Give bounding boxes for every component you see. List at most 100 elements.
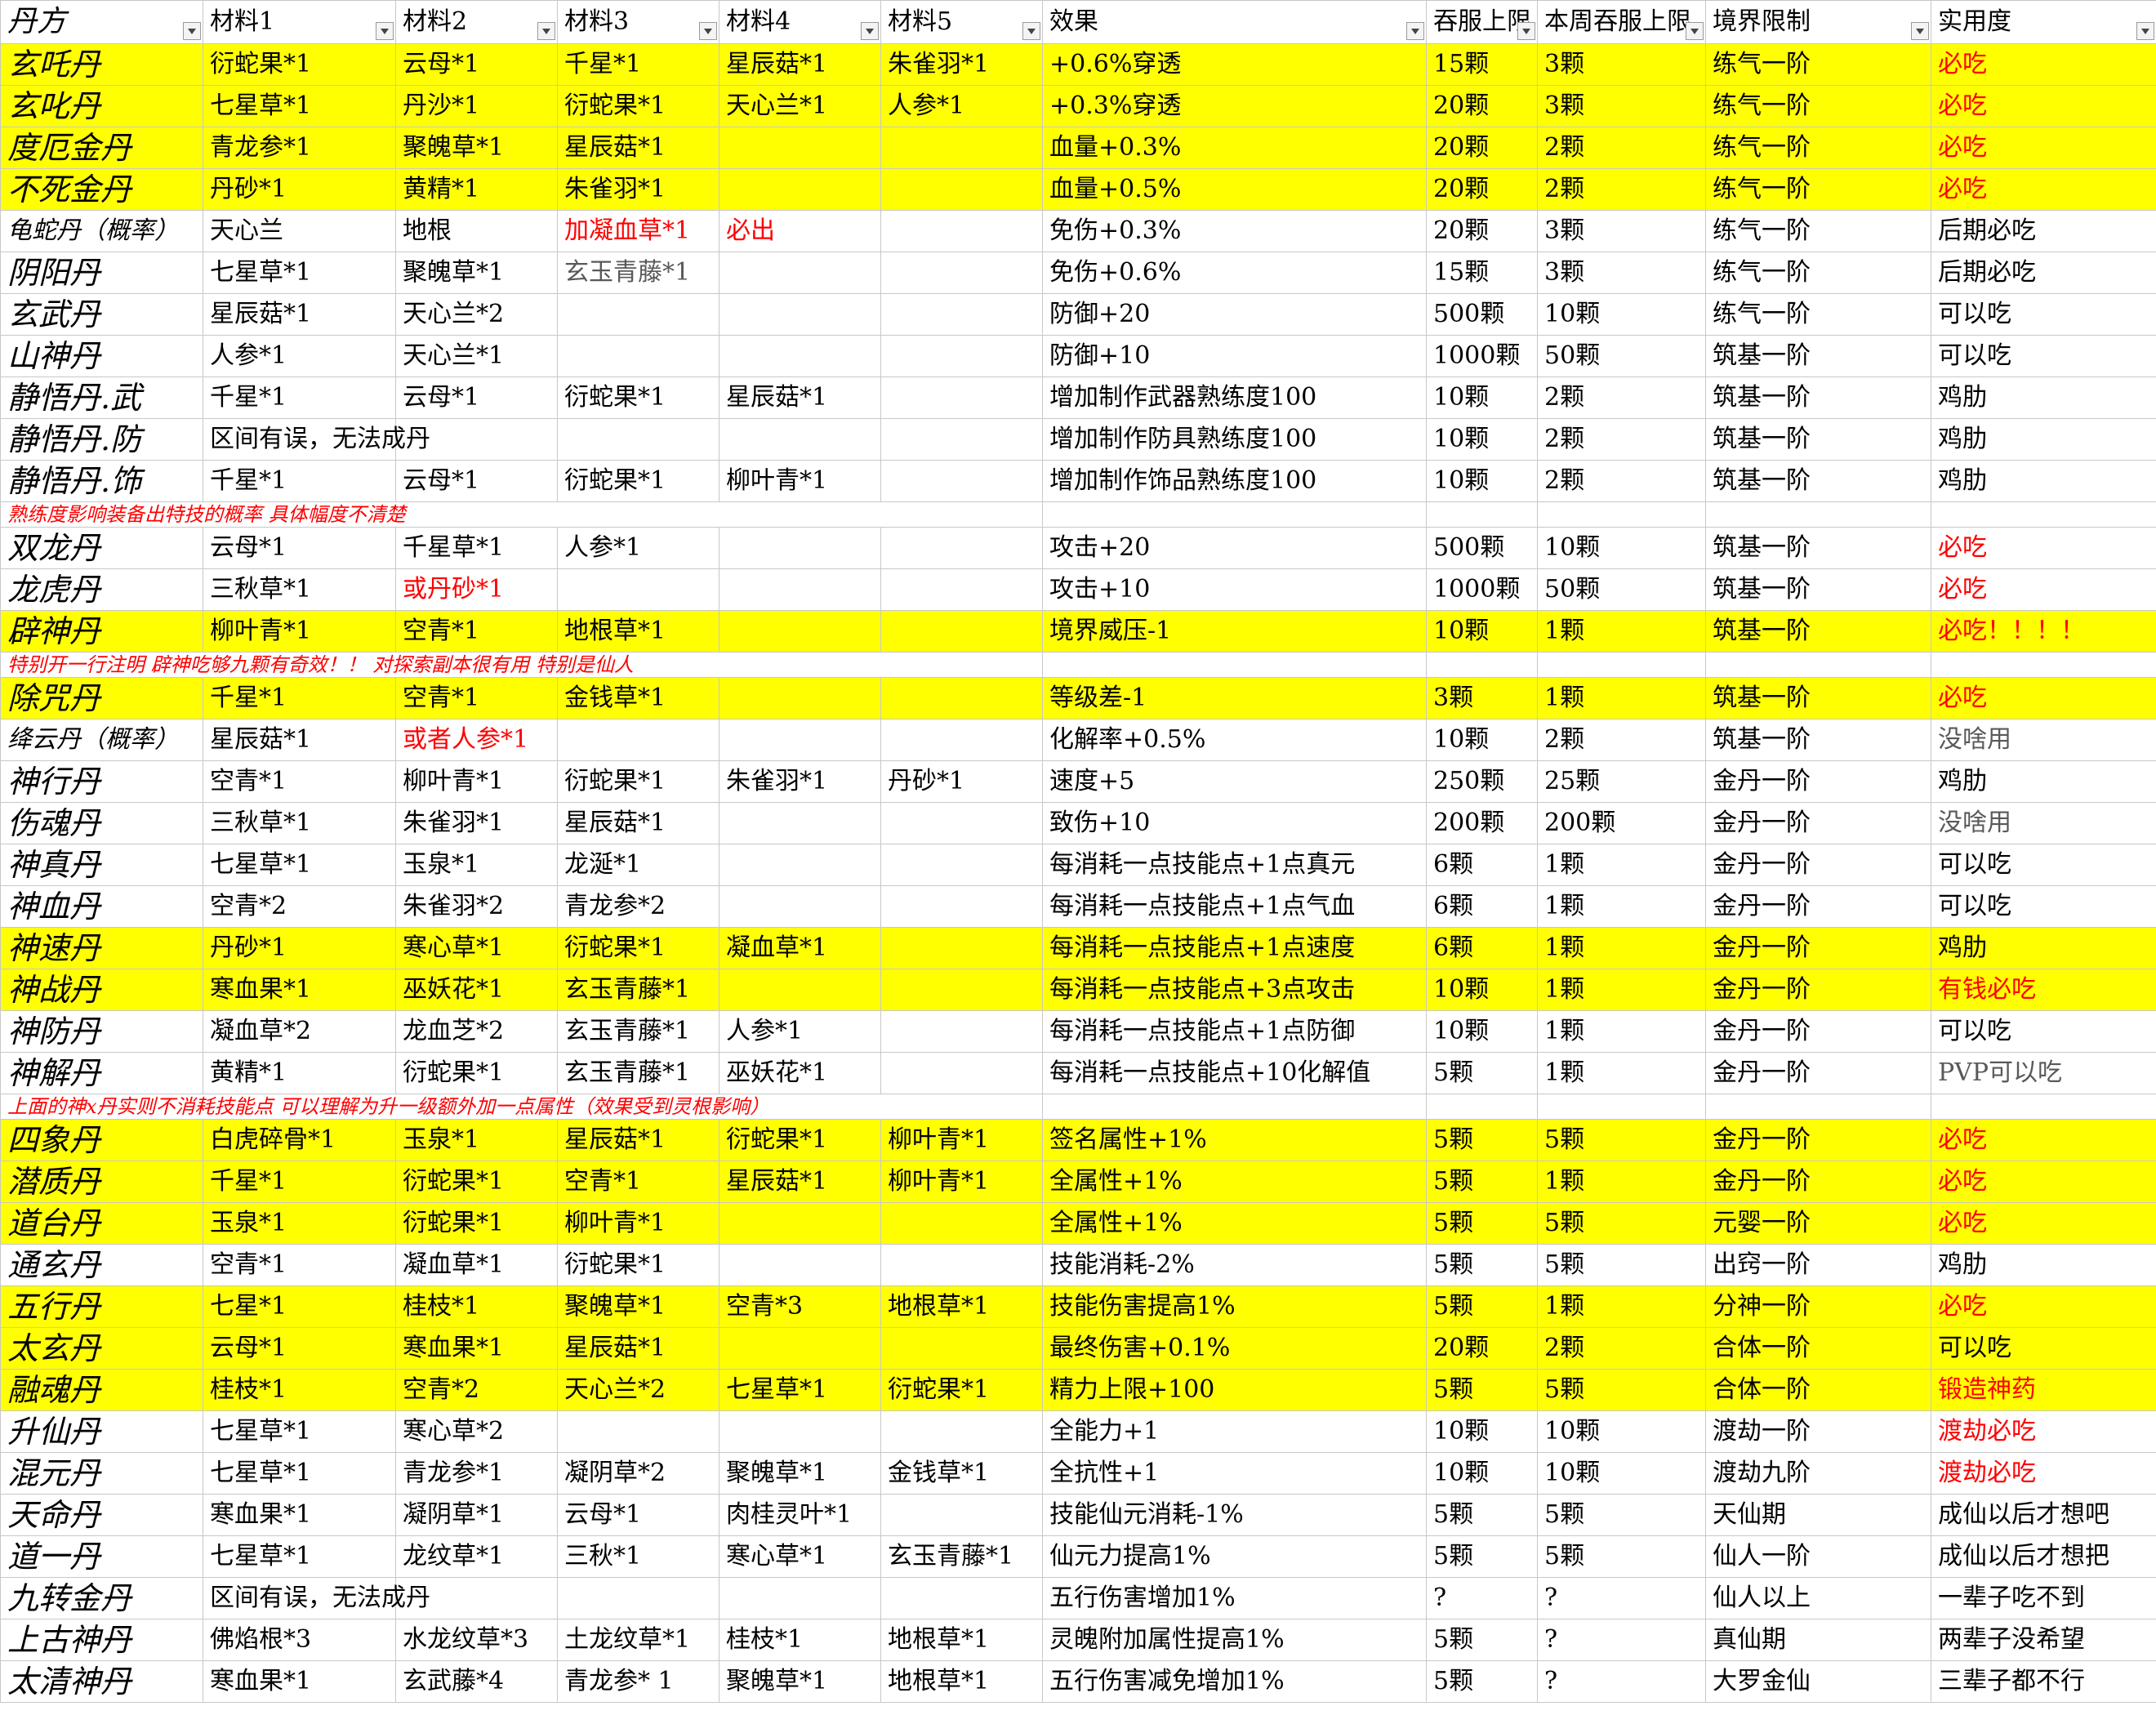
pill-name-cell[interactable]: 除咒丹 <box>0 677 203 719</box>
table-cell[interactable]: 金丹一阶 <box>1705 969 1931 1011</box>
table-cell[interactable]: 衍蛇果*1 <box>395 1052 558 1094</box>
table-cell[interactable] <box>719 677 881 719</box>
table-cell[interactable]: 柳叶青*1 <box>557 1202 719 1245</box>
table-cell[interactable]: 星辰菇*1 <box>719 1161 881 1203</box>
table-cell[interactable]: 2颗 <box>1537 719 1706 761</box>
filter-dropdown-icon[interactable] <box>376 22 394 40</box>
table-cell[interactable]: 人参*1 <box>557 527 719 569</box>
table-cell[interactable] <box>719 844 881 886</box>
table-cell[interactable]: 龙涎*1 <box>557 844 719 886</box>
table-cell[interactable]: 玄玉青藤*1 <box>557 1052 719 1094</box>
table-cell[interactable]: 2颗 <box>1537 460 1706 502</box>
table-cell[interactable]: 星辰菇*1 <box>557 1327 719 1370</box>
table-cell[interactable]: 可以吃 <box>1931 885 2156 928</box>
table-cell[interactable]: 5颗 <box>1537 1202 1706 1245</box>
table-cell[interactable]: 云母*1 <box>395 376 558 419</box>
table-cell[interactable]: 25颗 <box>1537 760 1706 803</box>
table-cell[interactable]: ? <box>1426 1577 1538 1619</box>
table-cell[interactable]: 两辈子没希望 <box>1931 1619 2156 1661</box>
table-cell[interactable] <box>719 252 881 294</box>
table-cell[interactable]: 星辰菇*1 <box>557 802 719 844</box>
table-cell[interactable]: 3颗 <box>1537 252 1706 294</box>
pill-name-cell[interactable]: 伤魂丹 <box>0 802 203 844</box>
pill-name-cell[interactable]: 神真丹 <box>0 844 203 886</box>
column-header[interactable]: 境界限制 <box>1705 0 1931 44</box>
column-header[interactable]: 材料1 <box>203 0 396 44</box>
table-cell[interactable]: 6颗 <box>1426 844 1538 886</box>
table-cell[interactable]: 5颗 <box>1426 1619 1538 1661</box>
table-cell[interactable]: 15颗 <box>1426 252 1538 294</box>
table-cell[interactable]: 签名属性+1% <box>1042 1119 1427 1161</box>
pill-name-cell[interactable]: 玄吒丹 <box>0 43 203 86</box>
pill-name-cell[interactable]: 神解丹 <box>0 1052 203 1094</box>
table-cell[interactable]: 出窍一阶 <box>1705 1244 1931 1286</box>
table-cell[interactable] <box>557 1577 719 1619</box>
table-cell[interactable] <box>719 719 881 761</box>
table-cell[interactable]: 三辈子都不行 <box>1931 1660 2156 1703</box>
table-cell[interactable]: 天心兰*1 <box>719 85 881 127</box>
table-cell[interactable]: 防御+20 <box>1042 293 1427 336</box>
pill-name-cell[interactable]: 阴阳丹 <box>0 252 203 294</box>
table-cell[interactable]: 练气一阶 <box>1705 210 1931 252</box>
table-cell[interactable]: 1颗 <box>1537 844 1706 886</box>
table-cell[interactable]: 5颗 <box>1537 1244 1706 1286</box>
table-cell[interactable]: 5颗 <box>1426 1535 1538 1578</box>
table-cell[interactable]: 5颗 <box>1537 1369 1706 1411</box>
pill-name-cell[interactable]: 山神丹 <box>0 335 203 377</box>
table-cell[interactable]: 技能消耗-2% <box>1042 1244 1427 1286</box>
table-cell[interactable]: 星辰菇*1 <box>557 127 719 169</box>
table-cell[interactable]: 区间有误，无法成丹 <box>203 418 430 461</box>
table-cell[interactable]: 空青*1 <box>203 760 396 803</box>
table-cell[interactable]: 青龙参*1 <box>395 1452 558 1495</box>
table-cell[interactable]: 必吃 <box>1931 677 2156 719</box>
table-cell[interactable]: 渡劫一阶 <box>1705 1410 1931 1453</box>
table-cell[interactable]: 每消耗一点技能点+3点攻击 <box>1042 969 1427 1011</box>
pill-name-cell[interactable]: 龟蛇丹（概率） <box>0 210 203 252</box>
table-cell[interactable] <box>719 568 881 611</box>
table-cell[interactable]: 凝血草*1 <box>395 1244 558 1286</box>
table-cell[interactable]: 千星*1 <box>203 1161 396 1203</box>
table-cell[interactable]: 可以吃 <box>1931 293 2156 336</box>
table-cell[interactable]: 人参*1 <box>203 335 396 377</box>
table-cell[interactable]: +0.6%穿透 <box>1042 43 1427 86</box>
table-cell[interactable]: 鸡肋 <box>1931 460 2156 502</box>
table-cell[interactable]: 地根 <box>395 210 558 252</box>
table-cell[interactable]: 技能仙元消耗-1% <box>1042 1494 1427 1536</box>
table-cell[interactable]: 10颗 <box>1537 1410 1706 1453</box>
table-cell[interactable] <box>880 1052 1043 1094</box>
table-cell[interactable]: 千星*1 <box>203 460 396 502</box>
table-cell[interactable]: 全抗性+1 <box>1042 1452 1427 1495</box>
table-cell[interactable]: 攻击+10 <box>1042 568 1427 611</box>
table-cell[interactable]: PVP可以吃 <box>1931 1052 2156 1094</box>
table-cell[interactable] <box>880 460 1043 502</box>
table-cell[interactable]: 3颗 <box>1426 677 1538 719</box>
column-header[interactable]: 材料4 <box>719 0 881 44</box>
table-cell[interactable]: 玄武藤*4 <box>395 1660 558 1703</box>
table-cell[interactable]: 空青*2 <box>203 885 396 928</box>
table-cell[interactable]: 金丹一阶 <box>1705 885 1931 928</box>
table-cell[interactable]: 50颗 <box>1537 335 1706 377</box>
table-cell[interactable]: 星辰菇*1 <box>203 719 396 761</box>
table-cell[interactable]: 2颗 <box>1537 376 1706 419</box>
table-cell[interactable]: 没啥用 <box>1931 802 2156 844</box>
table-cell[interactable]: 朱雀羽*1 <box>880 43 1043 86</box>
table-cell[interactable]: 1000颗 <box>1426 568 1538 611</box>
table-cell[interactable]: 金丹一阶 <box>1705 802 1931 844</box>
table-cell[interactable]: 仙人以上 <box>1705 1577 1931 1619</box>
table-cell[interactable]: 寒血果*1 <box>203 1494 396 1536</box>
table-cell[interactable]: 5颗 <box>1426 1494 1538 1536</box>
table-cell[interactable] <box>880 1202 1043 1245</box>
table-cell[interactable]: 或者人参*1 <box>395 719 558 761</box>
pill-name-cell[interactable]: 辟神丹 <box>0 610 203 653</box>
table-cell[interactable] <box>880 1410 1043 1453</box>
table-cell[interactable]: 50颗 <box>1537 568 1706 611</box>
table-cell[interactable]: 可以吃 <box>1931 1010 2156 1053</box>
table-cell[interactable] <box>719 1244 881 1286</box>
table-cell[interactable]: 3颗 <box>1537 210 1706 252</box>
table-cell[interactable] <box>719 1410 881 1453</box>
filter-dropdown-icon[interactable] <box>1517 22 1535 40</box>
table-cell[interactable] <box>880 677 1043 719</box>
table-cell[interactable]: 仙人一阶 <box>1705 1535 1931 1578</box>
table-cell[interactable]: 1颗 <box>1537 1010 1706 1053</box>
table-cell[interactable]: 5颗 <box>1426 1202 1538 1245</box>
